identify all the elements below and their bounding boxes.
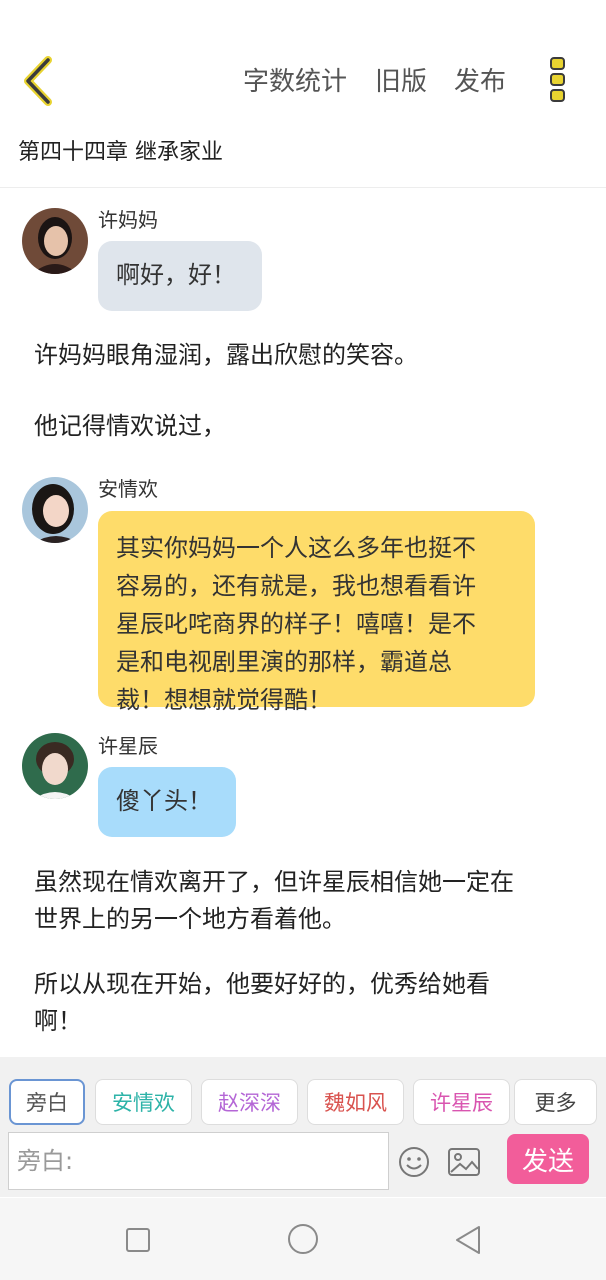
triangle-back-icon [456,1226,480,1254]
role-chip-xu-xingchen[interactable]: 许星辰 [413,1079,510,1125]
narration-text: 所以从现在开始，他要好好的，优秀给她看 啊！ [34,966,574,1040]
chapter-title: 第四十四章 继承家业 [18,140,223,165]
old-version-link[interactable]: 旧版 [375,62,427,102]
chevron-left-icon [24,56,52,106]
dialogue-bubble[interactable]: 啊好，好！ [98,241,262,311]
dialogue-text: 傻丫头！ [116,787,212,815]
avatar-an-qinghuan[interactable] [22,477,88,543]
square-icon [126,1228,150,1252]
narration-text: 他记得情欢说过， [34,412,226,440]
image-button[interactable] [447,1146,481,1178]
send-button[interactable]: 发送 [507,1134,589,1184]
vertical-dots-icon [550,57,565,102]
publish-button[interactable]: 发布 [454,62,506,102]
image-icon [448,1148,480,1176]
back-nav-button[interactable] [453,1224,483,1256]
role-chip-more[interactable]: 更多 [514,1079,597,1125]
narration-line: 啊！ [34,1007,82,1035]
narration-line: 所以从现在开始，他要好好的，优秀给她看 [34,970,490,998]
dialogue-line: 星辰叱咤商界的样子！嘻嘻！是不 [116,610,476,638]
dialogue-text: 啊好，好！ [116,261,236,289]
role-chip-an-qinghuan[interactable]: 安情欢 [95,1079,192,1125]
dialogue-line: 其实你妈妈一个人这么多年也挺不 [116,534,476,562]
word-count-link[interactable]: 字数统计 [243,62,347,102]
speaker-name: 许妈妈 [98,208,158,232]
narration-line: 世界上的另一个地方看着他。 [34,905,346,933]
dialogue-bubble[interactable]: 傻丫头！ [98,767,236,837]
circle-icon [288,1224,318,1254]
dialogue-line: 裁！想想就觉得酷！ [116,686,332,714]
narration-text: 许妈妈眼角湿润，露出欣慰的笑容。 [34,341,418,369]
narration-text: 虽然现在情欢离开了，但许星辰相信她一定在 世界上的另一个地方看着他。 [34,864,574,938]
recent-apps-button[interactable] [124,1226,152,1254]
message-input[interactable]: 旁白: [8,1132,389,1190]
smiley-icon [399,1147,429,1177]
dialogue-line: 是和电视剧里演的那样，霸道总 [116,648,452,676]
dialogue-line: 容易的，还有就是，我也想看看许 [116,572,476,600]
more-menu-button[interactable] [540,56,574,104]
dialogue-bubble[interactable]: 其实你妈妈一个人这么多年也挺不 容易的，还有就是，我也想看看许 星辰叱咤商界的样… [98,511,535,714]
narration-line: 虽然现在情欢离开了，但许星辰相信她一定在 [34,868,514,896]
role-chip-zhao-shenshen[interactable]: 赵深深 [201,1079,298,1125]
home-button[interactable] [286,1222,320,1256]
divider [0,187,606,188]
speaker-name: 安情欢 [98,477,158,501]
avatar-xu-xingchen[interactable] [22,733,88,799]
role-chip-narrator[interactable]: 旁白 [9,1079,85,1125]
back-button[interactable] [14,52,66,110]
speaker-name: 许星辰 [98,734,158,758]
role-chip-wei-rufeng[interactable]: 魏如风 [307,1079,404,1125]
emoji-button[interactable] [397,1145,431,1179]
avatar-xu-mama[interactable] [22,208,88,274]
